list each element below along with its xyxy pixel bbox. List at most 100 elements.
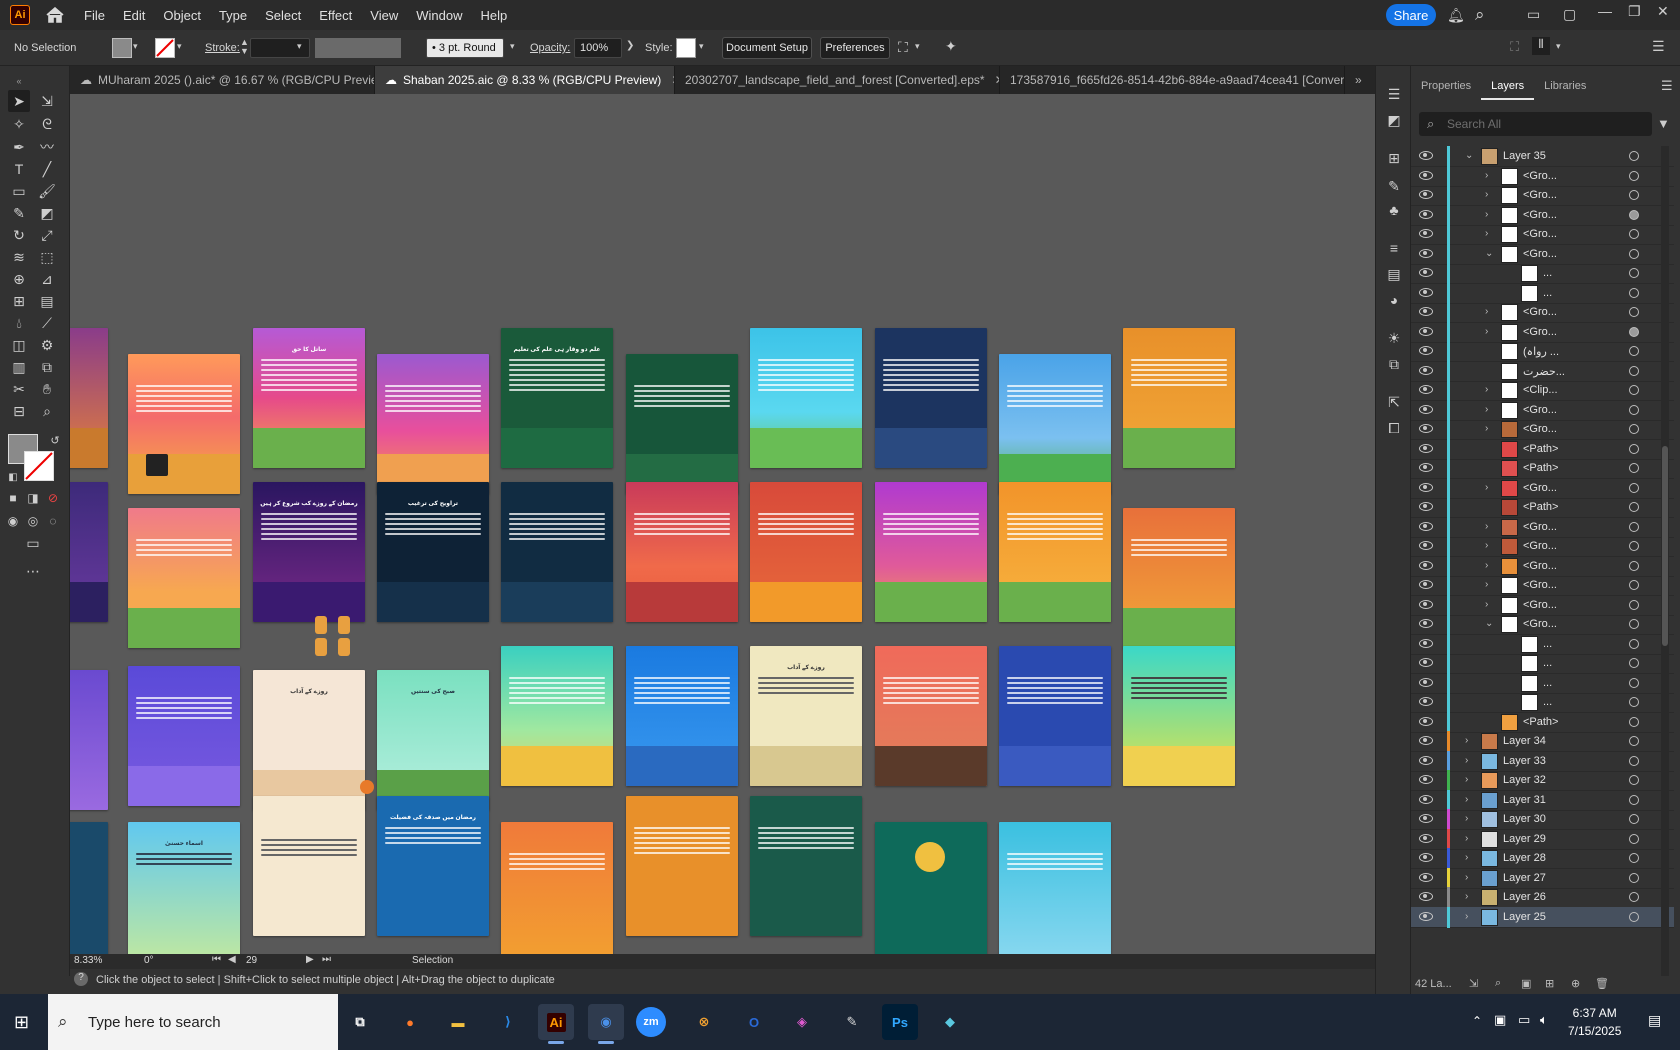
target-circle-icon[interactable] (1629, 268, 1639, 278)
menu-help[interactable]: Help (480, 8, 507, 23)
artboard-number[interactable]: 29 (246, 955, 257, 966)
artboard-thumbnail[interactable]: روزے کے آداب (253, 670, 365, 810)
chevron-right-icon[interactable]: › (1465, 833, 1468, 844)
visibility-eye-icon[interactable] (1419, 482, 1433, 492)
arrange-documents-icon[interactable]: ▭ (1527, 6, 1540, 23)
chevron-right-icon[interactable]: › (1485, 326, 1488, 337)
graph-tool-icon[interactable]: ▥ (8, 356, 30, 378)
sublayer-row[interactable]: › <Gro... (1411, 555, 1674, 577)
layer-name[interactable]: Layer 30 (1503, 813, 1546, 825)
chevron-right-icon[interactable]: › (1485, 384, 1488, 395)
sublayer-row[interactable]: › <Gro... (1411, 419, 1674, 440)
chevron-right-icon[interactable]: › (1485, 599, 1488, 610)
layer-row[interactable]: › Layer 31 (1411, 789, 1674, 811)
selection-tool-icon[interactable]: ➤ (8, 90, 30, 112)
help-icon[interactable]: ? (74, 972, 88, 986)
target-circle-icon[interactable] (1629, 619, 1639, 629)
sublayer-row[interactable]: <Path> (1411, 711, 1674, 733)
chevron-right-icon[interactable]: › (1465, 852, 1468, 863)
target-circle-icon[interactable] (1629, 443, 1639, 454)
network-icon[interactable]: ▭ (1518, 1012, 1530, 1028)
opacity-arrow-icon[interactable]: ❯ (626, 40, 634, 51)
artboard-thumbnail[interactable] (128, 508, 240, 648)
visibility-eye-icon[interactable] (1419, 267, 1433, 277)
brush-definition[interactable]: • 3 pt. Round (426, 38, 504, 58)
more-tools-icon[interactable]: ⋯ (22, 560, 44, 582)
target-circle-icon[interactable] (1629, 502, 1639, 512)
blend-tool-icon[interactable]: ◫ (8, 334, 30, 356)
artboard-thumbnail[interactable] (750, 796, 862, 936)
opacity-field[interactable]: 100% (574, 38, 622, 58)
swap-colors-icon[interactable]: ↺ (44, 429, 66, 451)
target-circle-icon[interactable] (1629, 853, 1639, 863)
hand-tool-icon[interactable]: ✋︎ (36, 378, 58, 400)
workspace-icon[interactable]: ▢ (1563, 6, 1576, 23)
visibility-eye-icon[interactable] (1419, 404, 1433, 414)
visibility-eye-icon[interactable] (1419, 521, 1433, 531)
target-circle-icon[interactable] (1629, 716, 1639, 727)
tray-app-icon[interactable]: ▣ (1494, 1012, 1506, 1028)
artboard-tool-icon[interactable]: ⧉ (36, 356, 58, 378)
tabs-overflow-icon[interactable]: » (1345, 66, 1375, 94)
target-circle-icon[interactable] (1629, 209, 1639, 220)
rectangle-tool-icon[interactable]: ▭ (8, 180, 30, 202)
layer-name[interactable]: <Gro... (1523, 423, 1557, 435)
visibility-eye-icon[interactable] (1419, 443, 1433, 453)
chevron-right-icon[interactable]: › (1485, 521, 1488, 532)
first-artboard-icon[interactable]: ⏮ (212, 954, 221, 965)
target-circle-icon[interactable] (1629, 775, 1639, 785)
target-circle-icon[interactable] (1629, 794, 1639, 805)
pen-tool-icon[interactable]: ✒ (8, 136, 30, 158)
notifications-icon[interactable]: ▤ (1648, 1012, 1661, 1029)
sublayer-row[interactable]: › <Gro... (1411, 399, 1674, 421)
delete-layer-icon[interactable]: 🗑︎ (1595, 977, 1609, 990)
sublayer-row[interactable]: › <Clip... (1411, 380, 1674, 401)
chevron-right-icon[interactable]: › (1485, 423, 1488, 434)
asset-export-icon[interactable]: ⧉ (1384, 354, 1404, 374)
gradient-panel-icon[interactable]: ▤ (1384, 264, 1404, 284)
menu-object[interactable]: Object (163, 8, 201, 23)
visibility-eye-icon[interactable] (1419, 794, 1433, 804)
draw-inside-icon[interactable]: ◌ (42, 510, 64, 532)
layer-name[interactable]: ... (1543, 267, 1552, 279)
figma-icon[interactable]: ◈ (784, 1004, 820, 1040)
vscode-icon[interactable]: ⟩ (490, 1004, 526, 1040)
sublayer-row[interactable]: ... (1411, 692, 1674, 713)
postman-icon[interactable]: ⊗ (686, 1004, 722, 1040)
artboard-thumbnail[interactable] (377, 354, 489, 494)
draw-behind-icon[interactable]: ◎ (22, 510, 44, 532)
chevron-down-icon[interactable]: ⌄ (1485, 248, 1493, 259)
sublayer-row[interactable]: › <Gro... (1411, 516, 1674, 538)
variable-width-profile[interactable] (315, 38, 401, 58)
tab-shaban[interactable]: ☁ Shaban 2025.aic @ 8.33 % (RGB/CPU Prev… (375, 66, 675, 94)
chevron-right-icon[interactable]: › (1485, 189, 1488, 200)
panel-toggle-icon[interactable]: ⫴ (1532, 37, 1550, 55)
layer-row[interactable]: › Layer 25 (1411, 906, 1674, 928)
layer-row[interactable]: › Layer 28 (1411, 848, 1674, 869)
artboard-thumbnail[interactable] (875, 328, 987, 468)
outlook-icon[interactable]: O (736, 1004, 772, 1040)
align-panel-icon[interactable]: ≡ (1384, 238, 1404, 258)
filter-icon[interactable]: ▼ (1657, 116, 1670, 131)
photoshop-icon[interactable]: Ps (882, 1004, 918, 1040)
slice-tool-icon[interactable]: ✂ (8, 378, 30, 400)
hamburger-menu-icon[interactable]: ☰ (1652, 38, 1665, 55)
layer-name[interactable]: <Gro... (1523, 521, 1557, 533)
style-swatch[interactable] (676, 38, 696, 58)
target-circle-icon[interactable] (1629, 736, 1639, 746)
artboard-thumbnail[interactable]: صبح کی سنتیں (377, 670, 489, 810)
opacity-label[interactable]: Opacity: (530, 42, 570, 54)
measure-tool-icon[interactable]: ⟋ (36, 312, 58, 334)
layers-search-input[interactable]: Search All (1419, 112, 1652, 136)
artboard-thumbnail[interactable] (70, 482, 108, 622)
chevron-right-icon[interactable]: › (1465, 813, 1468, 824)
layer-row[interactable]: › Layer 32 (1411, 770, 1674, 791)
visibility-eye-icon[interactable] (1419, 462, 1433, 472)
tab-muharam[interactable]: ☁ MUharam 2025 ().aic* @ 16.67 % (RGB/CP… (70, 66, 375, 94)
layers-scrollbar[interactable] (1661, 146, 1669, 976)
artboard-thumbnail[interactable] (70, 822, 108, 962)
arrange-icon[interactable]: ⛶ (898, 39, 908, 56)
artboards-icon[interactable]: ⊞ (1384, 148, 1404, 168)
color-mode-icon[interactable]: ■ (2, 487, 24, 509)
home-icon[interactable] (46, 6, 64, 23)
